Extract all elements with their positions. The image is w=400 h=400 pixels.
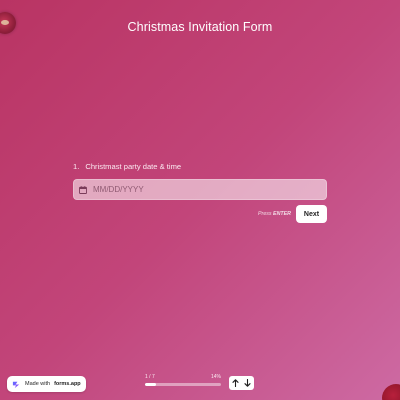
next-question-button[interactable] — [242, 377, 252, 389]
question-text: Christmast party date & time — [85, 162, 182, 171]
progress-percent: 14% — [210, 374, 221, 380]
question-navigation — [229, 376, 254, 390]
date-input[interactable]: MM/DD/YYYY — [73, 179, 327, 200]
ornament-decoration-bottom — [382, 384, 400, 400]
arrow-up-icon — [232, 379, 239, 387]
progress-fill — [145, 383, 156, 386]
made-with-text: Made with — [25, 381, 51, 387]
progress-indicator: 1 / 7 14% — [145, 374, 221, 386]
progress-step: 1 / 7 — [145, 374, 155, 380]
question-number: 1. — [73, 162, 80, 171]
made-with-brand: forms.app — [54, 381, 81, 387]
forms-app-logo-icon — [12, 381, 20, 388]
date-placeholder: MM/DD/YYYY — [93, 185, 144, 194]
action-row: Press ENTER Next — [258, 205, 327, 223]
progress-track — [145, 383, 221, 386]
previous-question-button[interactable] — [231, 377, 241, 389]
calendar-icon — [79, 185, 87, 194]
question-label: 1. Christmast party date & time — [73, 162, 327, 171]
next-button[interactable]: Next — [296, 205, 327, 223]
arrow-down-icon — [244, 379, 251, 387]
press-enter-hint: Press ENTER — [258, 211, 291, 217]
made-with-badge[interactable]: Made with forms.app — [7, 376, 86, 392]
question-block: 1. Christmast party date & time MM/DD/YY… — [73, 162, 327, 200]
page-title: Christmas Invitation Form — [127, 20, 273, 34]
